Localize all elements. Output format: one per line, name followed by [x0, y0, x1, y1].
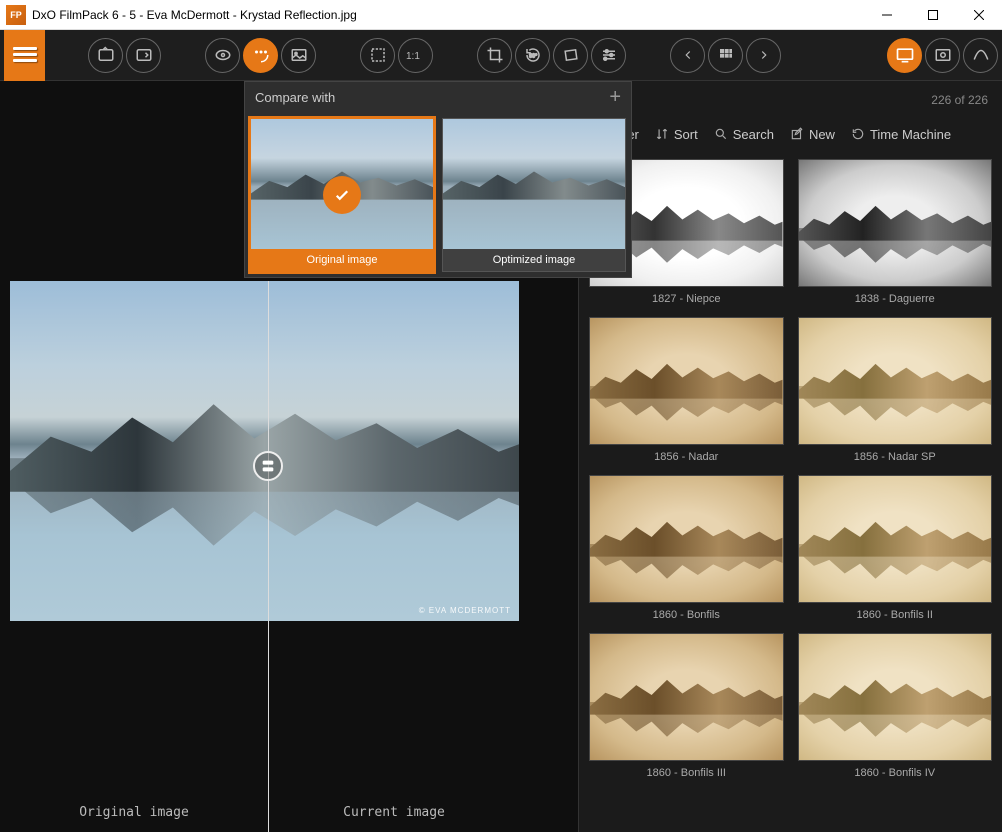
workarea: Compare with + Original image Optimized …: [0, 81, 1002, 832]
loupe-button[interactable]: [925, 38, 960, 73]
app-icon: FP: [6, 5, 26, 25]
preset-label: 1860 - Bonfils II: [857, 609, 933, 621]
preset-item[interactable]: 1838 - Daguerre: [798, 159, 993, 305]
preset-label: 1856 - Nadar SP: [854, 451, 936, 463]
preset-item[interactable]: 1860 - Bonfils III: [589, 633, 784, 779]
sliders-button[interactable]: [591, 38, 626, 73]
preset-grid[interactable]: 1827 - Niepce 1838 - Daguerre 1856 - Nad…: [579, 155, 1002, 832]
preview-toggle-button[interactable]: [205, 38, 240, 73]
single-view-button[interactable]: [281, 38, 316, 73]
preset-label: 1860 - Bonfils III: [647, 767, 727, 779]
new-label: New: [809, 127, 835, 142]
compare-heading-label: Compare with: [255, 90, 335, 105]
sort-label: Sort: [674, 127, 698, 142]
preset-label: 1860 - Bonfils: [653, 609, 720, 621]
titlebar: FP DxO FilmPack 6 - 5 - Eva McDermott - …: [0, 0, 1002, 30]
zoom-1to1-button[interactable]: 1:1: [398, 38, 433, 73]
compare-thumb-original[interactable]: Original image: [248, 116, 436, 274]
sort-button[interactable]: Sort: [655, 127, 698, 142]
split-line: [268, 281, 269, 832]
viewer: Compare with + Original image Optimized …: [0, 81, 578, 832]
compare-thumb-label: Optimized image: [443, 249, 625, 271]
rotate-button[interactable]: 90°: [515, 38, 550, 73]
preset-item[interactable]: 1860 - Bonfils IV: [798, 633, 993, 779]
check-icon: [323, 176, 361, 214]
search-label: Search: [733, 127, 774, 142]
preset-item[interactable]: 1856 - Nadar: [589, 317, 784, 463]
crop-button[interactable]: [477, 38, 512, 73]
preset-label: 1827 - Niepce: [652, 293, 721, 305]
straighten-button[interactable]: [553, 38, 588, 73]
preset-item[interactable]: 1860 - Bonfils: [589, 475, 784, 621]
svg-text:90°: 90°: [529, 53, 537, 59]
thumbnail-image: [443, 119, 625, 249]
maximize-button[interactable]: [910, 0, 956, 30]
time-machine-label: Time Machine: [870, 127, 951, 142]
window-title: DxO FilmPack 6 - 5 - Eva McDermott - Kry…: [32, 8, 864, 22]
search-button[interactable]: Search: [714, 127, 774, 142]
preset-label: 1856 - Nadar: [654, 451, 718, 463]
panel-tools: Filter Sort Search New Time Machine: [579, 119, 1002, 149]
preset-label: 1838 - Daguerre: [855, 293, 935, 305]
minimize-button[interactable]: [864, 0, 910, 30]
open-image-button[interactable]: [88, 38, 123, 73]
menu-button[interactable]: [4, 30, 45, 81]
label-current: Current image: [268, 805, 520, 820]
time-machine-button[interactable]: Time Machine: [851, 127, 951, 142]
preset-label: 1860 - Bonfils IV: [854, 767, 935, 779]
compare-thumb-optimized[interactable]: Optimized image: [442, 118, 626, 272]
right-panel: 226 of 226 Filter Sort Search New Time M…: [578, 81, 1002, 832]
nav-prev-button[interactable]: [670, 38, 705, 73]
preset-item[interactable]: 1860 - Bonfils II: [798, 475, 993, 621]
watermark: © EVA MCDERMOTT: [419, 606, 511, 615]
svg-text:1:1: 1:1: [406, 51, 420, 62]
bottom-labels: Original image Current image: [0, 805, 520, 820]
compare-popup: Compare with + Original image Optimized …: [244, 81, 632, 278]
nav-next-button[interactable]: [746, 38, 781, 73]
grid-view-button[interactable]: [708, 38, 743, 73]
split-handle[interactable]: [253, 451, 283, 481]
save-image-button[interactable]: [126, 38, 161, 73]
compare-heading: Compare with +: [245, 82, 631, 113]
fit-button[interactable]: [360, 38, 395, 73]
label-original: Original image: [0, 805, 268, 820]
add-compare-button[interactable]: +: [609, 86, 621, 109]
toolbar: 1:1 90°: [0, 30, 1002, 81]
histogram-button[interactable]: [963, 38, 998, 73]
compare-button[interactable]: [243, 38, 278, 73]
close-button[interactable]: [956, 0, 1002, 30]
preset-item[interactable]: 1856 - Nadar SP: [798, 317, 993, 463]
preset-counter: 226 of 226: [579, 81, 1002, 119]
display-mode-button[interactable]: [887, 38, 922, 73]
new-button[interactable]: New: [790, 127, 835, 142]
compare-thumb-label: Original image: [251, 249, 433, 271]
